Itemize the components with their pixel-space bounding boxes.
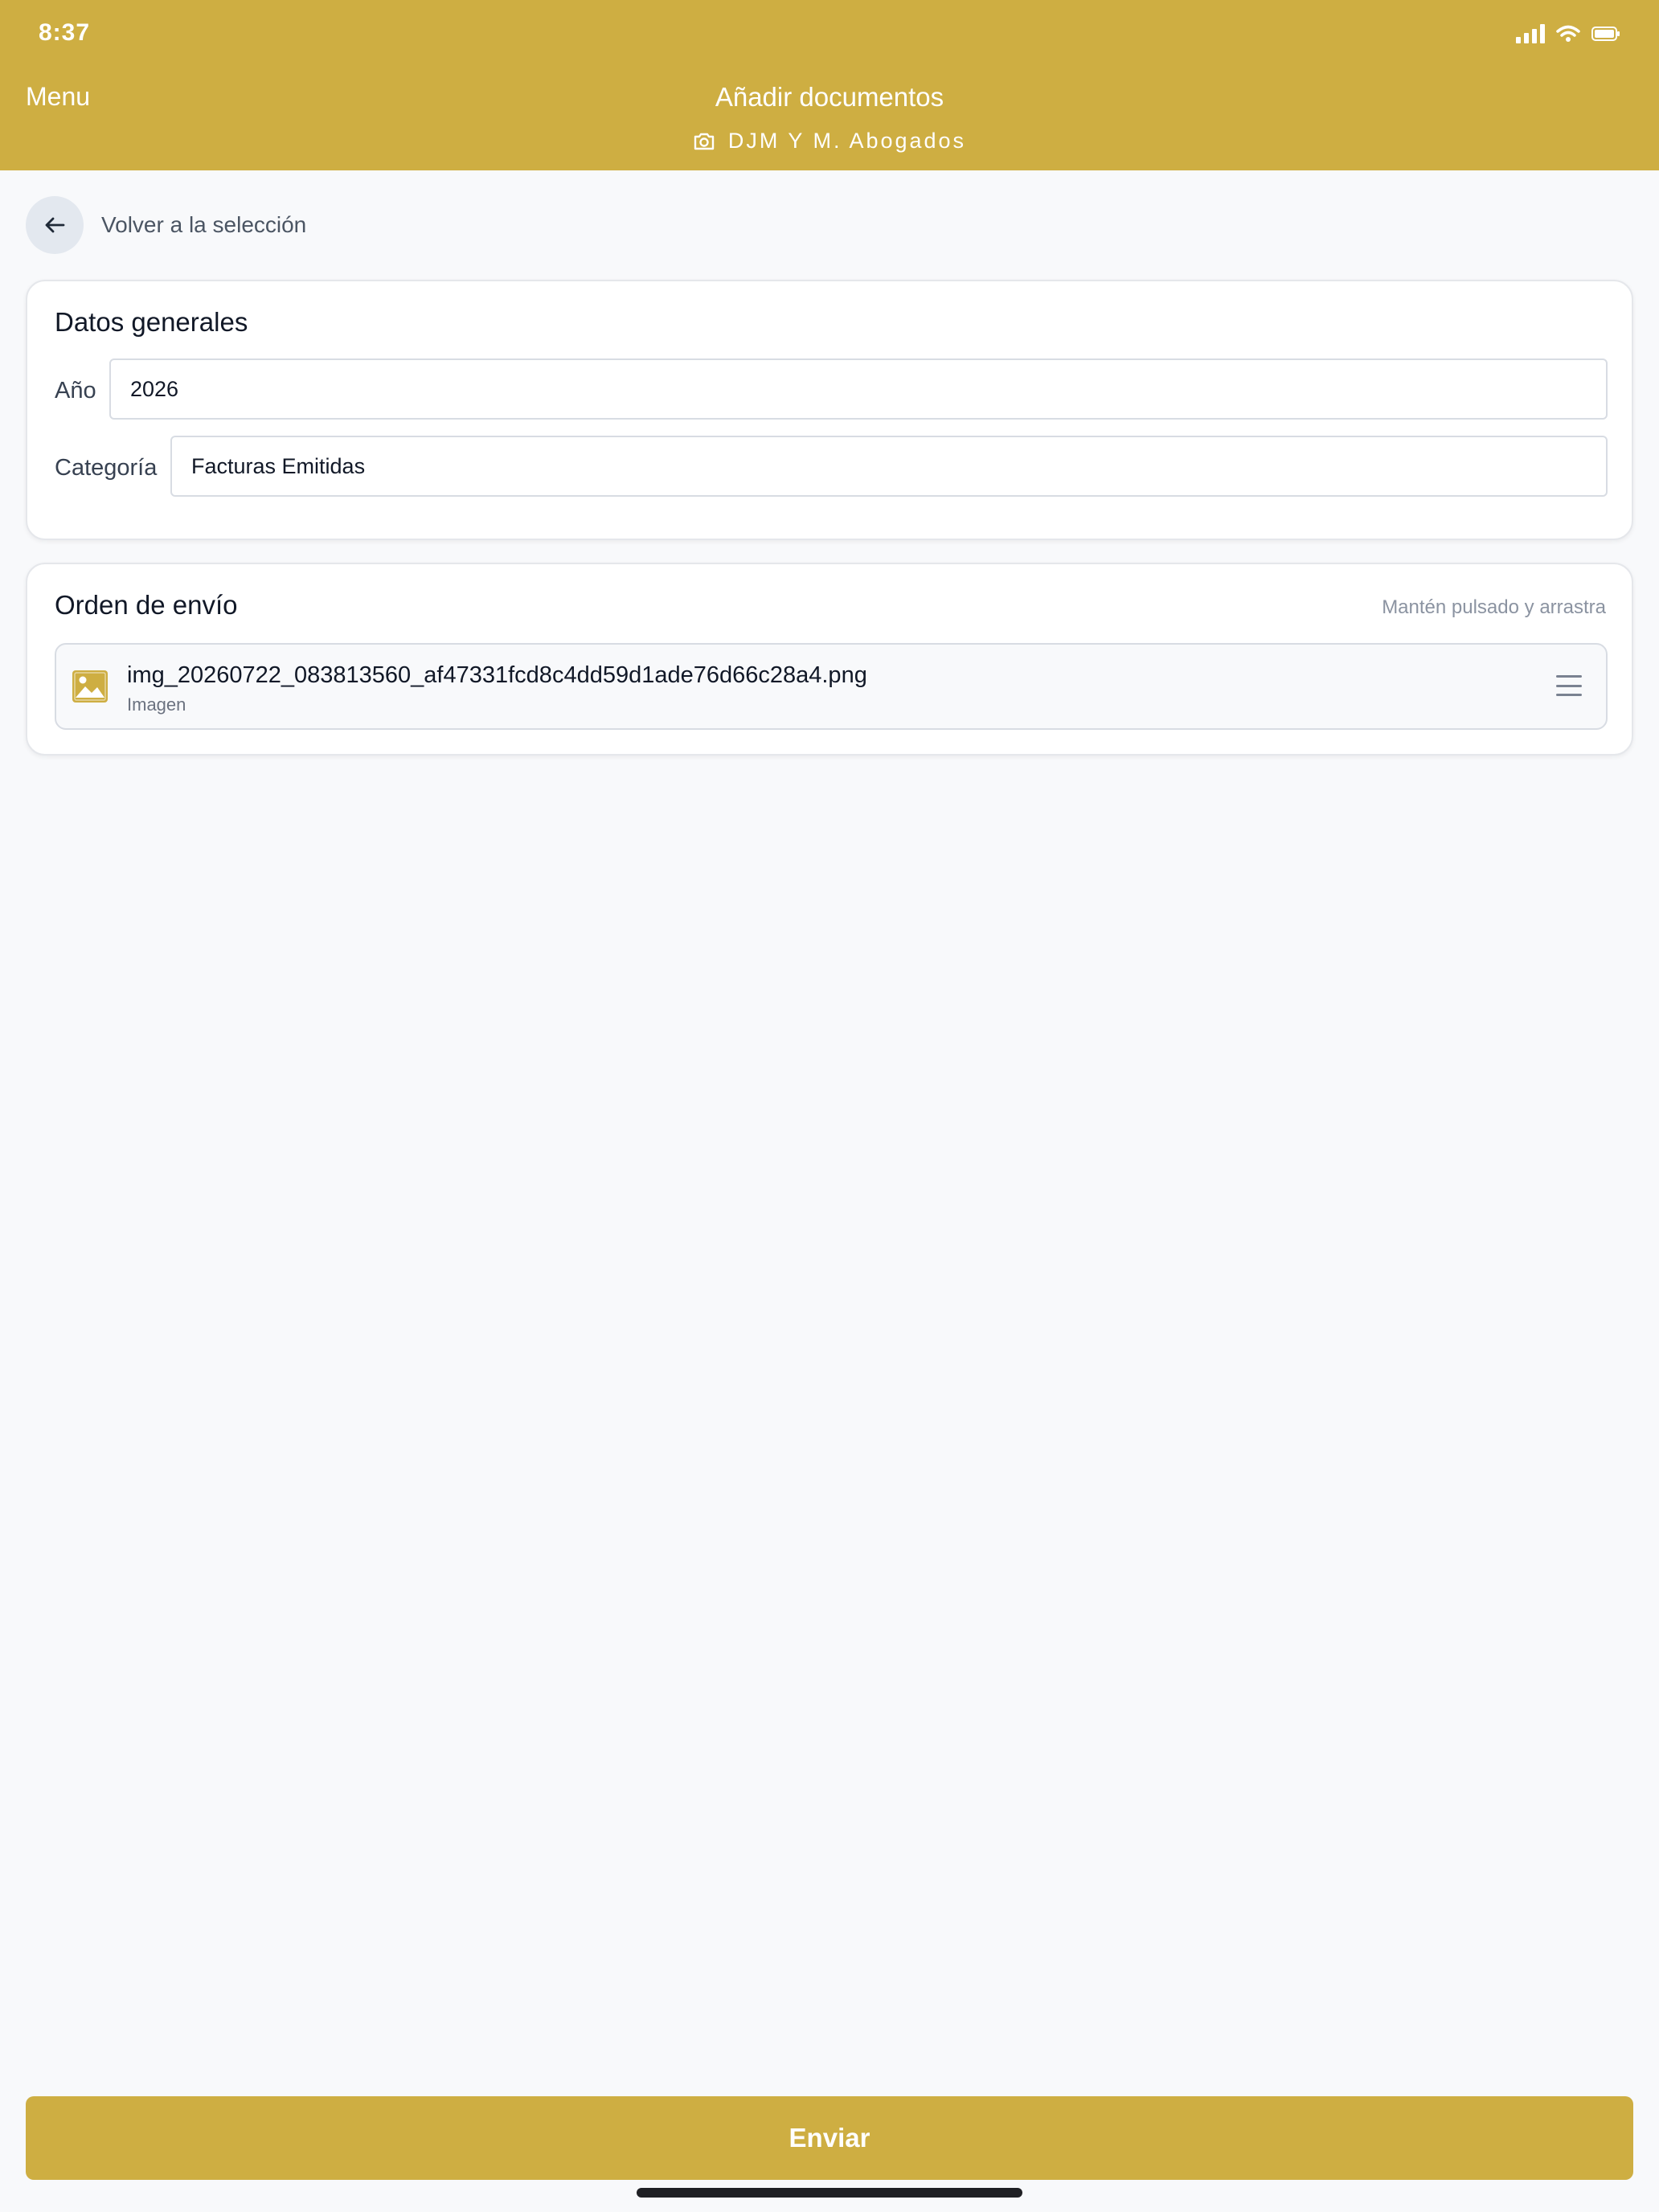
file-name: img_20260722_083813560_af47331fcd8c4dd59… — [127, 662, 867, 688]
file-type: Imagen — [127, 694, 186, 715]
general-data-card: Datos generales Año 2026 Categoría Factu… — [26, 280, 1633, 540]
status-icons — [1516, 24, 1620, 43]
app-header: 8:37 Menu Añadir documentos DJM Y M. Abo… — [0, 0, 1659, 170]
file-list-item[interactable]: img_20260722_083813560_af47331fcd8c4dd59… — [55, 643, 1608, 730]
camera-icon — [694, 133, 715, 150]
wifi-icon — [1556, 25, 1580, 42]
status-time: 8:37 — [39, 19, 91, 46]
category-field[interactable]: Facturas Emitidas — [170, 436, 1608, 497]
company-name: DJM Y M. Abogados — [727, 129, 967, 153]
back-button[interactable] — [26, 196, 84, 254]
header-subtitle: DJM Y M. Abogados — [0, 129, 1659, 154]
image-icon — [72, 670, 108, 703]
send-order-title: Orden de envío — [55, 590, 238, 620]
year-label: Año — [55, 378, 96, 403]
submit-button[interactable]: Enviar — [26, 2096, 1633, 2180]
drag-hint: Mantén pulsado y arrastra — [1382, 596, 1606, 618]
page-title: Añadir documentos — [715, 82, 944, 112]
arrow-left-icon — [45, 217, 65, 233]
home-indicator — [637, 2188, 1022, 2198]
year-field[interactable]: 2026 — [109, 358, 1608, 420]
back-to-selection[interactable]: Volver a la selección — [26, 196, 306, 254]
send-order-card: Orden de envío Mantén pulsado y arrastra… — [26, 563, 1633, 756]
drag-handle-icon[interactable] — [1556, 675, 1582, 696]
general-data-title: Datos generales — [55, 307, 248, 337]
signal-icon — [1516, 24, 1545, 43]
battery-icon — [1591, 27, 1620, 41]
category-label: Categoría — [55, 455, 158, 481]
back-label[interactable]: Volver a la selección — [101, 212, 306, 238]
